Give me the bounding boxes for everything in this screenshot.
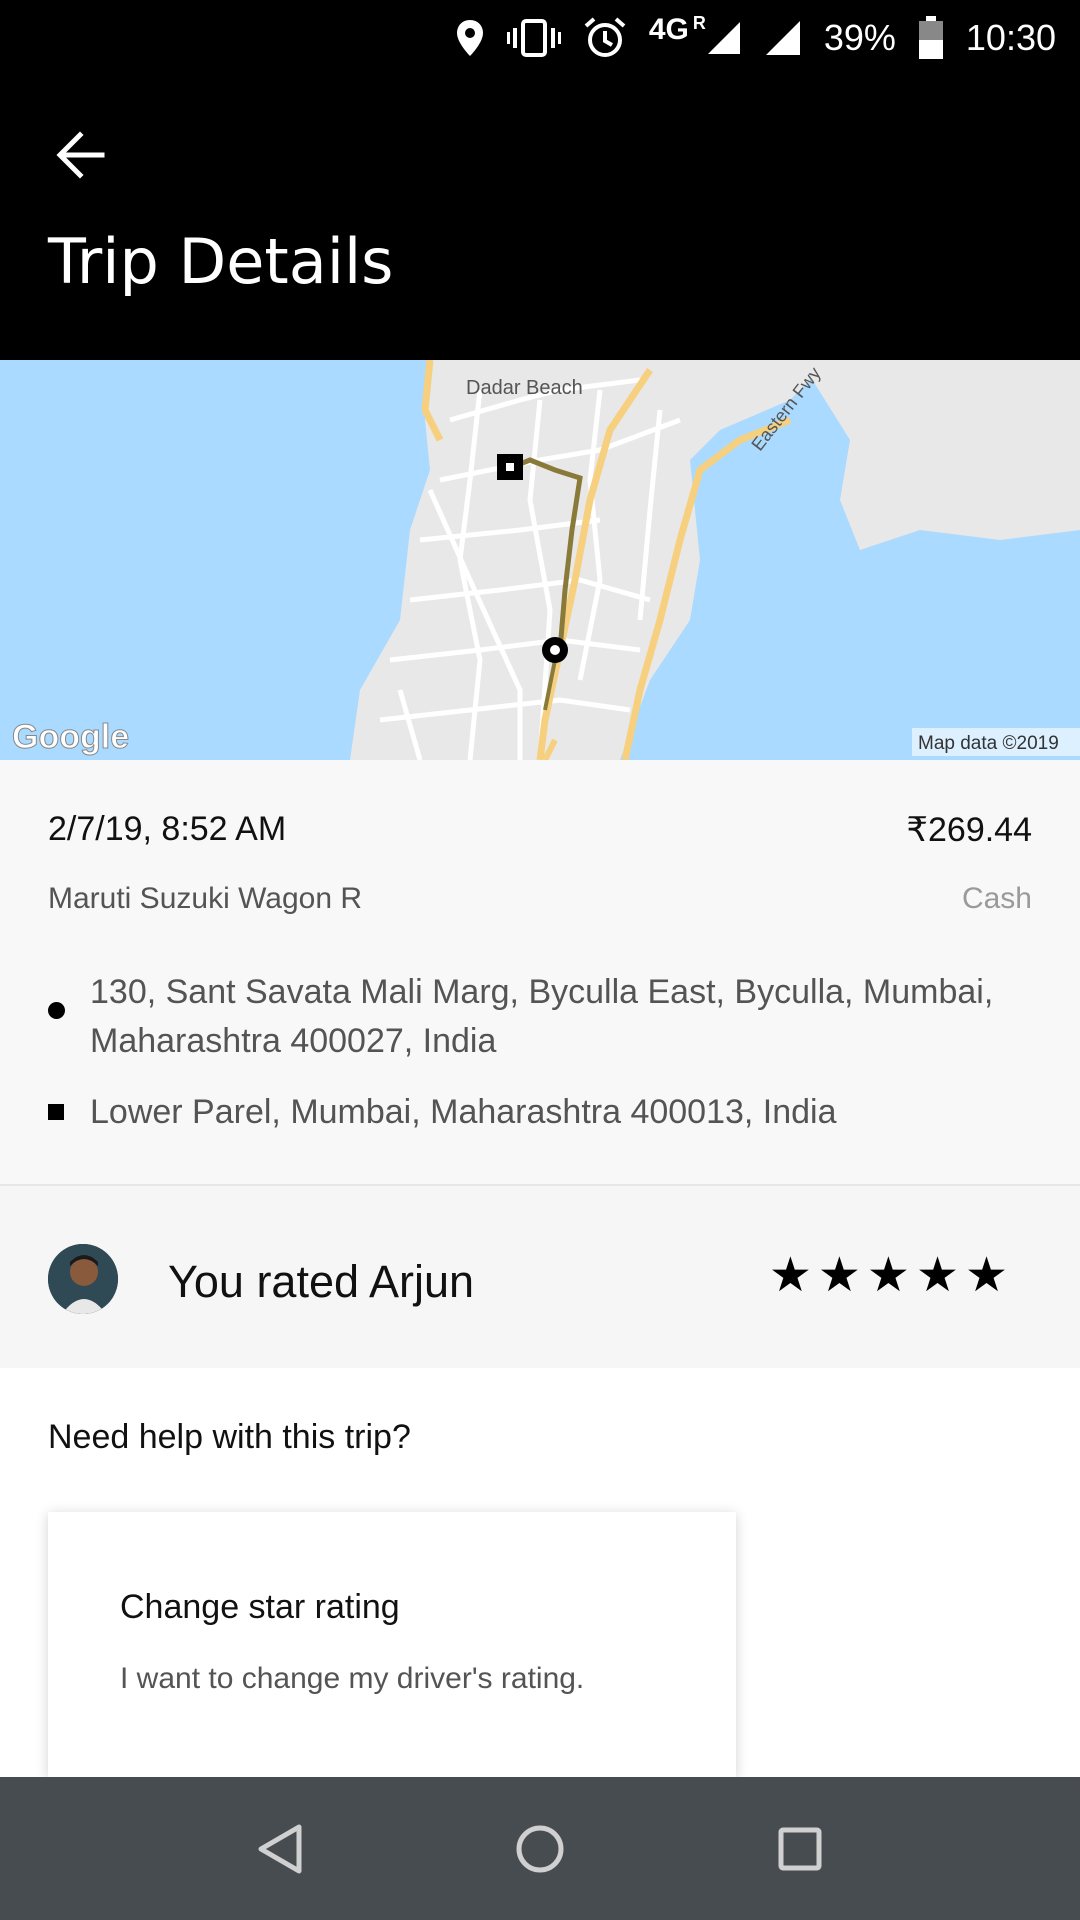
help-card-title: Change star rating: [120, 1588, 400, 1626]
signal-icon: [706, 20, 742, 56]
driver-avatar: [48, 1244, 118, 1314]
rating-label: You rated Arjun: [168, 1256, 475, 1307]
nav-back-button[interactable]: [210, 1799, 350, 1899]
back-button[interactable]: [52, 125, 122, 185]
page-title: Trip Details: [48, 225, 394, 298]
map-attribution: Map data ©2019: [918, 733, 1059, 754]
dropoff-address-row: Lower Parel, Mumbai, Maharashtra 400013,…: [48, 1088, 1008, 1137]
dropoff-address: Lower Parel, Mumbai, Maharashtra 400013,…: [90, 1093, 837, 1131]
star-icon[interactable]: ★: [818, 1252, 861, 1300]
star-rating[interactable]: ★ ★ ★ ★ ★: [763, 1252, 1008, 1300]
driver-rating-section[interactable]: You rated Arjun ★ ★ ★ ★ ★: [0, 1186, 1080, 1368]
battery-icon: [918, 15, 944, 60]
star-icon[interactable]: ★: [916, 1252, 959, 1300]
dropoff-square-icon: [48, 1104, 64, 1120]
square-recents-icon: [778, 1827, 822, 1870]
trip-fare: ₹269.44: [906, 811, 1032, 849]
vibrate-icon: [506, 18, 561, 58]
arrow-left-icon: [56, 131, 105, 179]
network-type: 4G R: [648, 12, 706, 46]
signal-icon: [764, 19, 802, 57]
nav-home-button[interactable]: [470, 1799, 610, 1899]
pickup-dot-icon: [48, 1002, 65, 1019]
circle-home-icon: [516, 1825, 564, 1872]
clock: 10:30: [965, 16, 1056, 58]
help-section-title: Need help with this trip?: [48, 1418, 411, 1456]
help-card-description: I want to change my driver's rating.: [120, 1662, 585, 1695]
star-icon[interactable]: ★: [769, 1252, 812, 1300]
alarm-icon: [583, 16, 627, 60]
google-logo: Google: [12, 718, 129, 756]
trip-vehicle: Maruti Suzuki Wagon R: [48, 882, 363, 915]
nav-recents-button[interactable]: [730, 1799, 870, 1899]
pickup-address: 130, Sant Savata Mali Marg, Byculla East…: [90, 973, 994, 1060]
app-bar: Trip Details: [0, 75, 1080, 360]
trip-map[interactable]: Dadar Beach Eastern Fwy Google Map data …: [0, 360, 1080, 760]
map-place-label: Dadar Beach: [466, 377, 583, 399]
system-nav-bar: [0, 1777, 1080, 1920]
trip-datetime: 2/7/19, 8:52 AM: [48, 810, 287, 848]
star-icon[interactable]: ★: [867, 1252, 910, 1300]
battery-percent: 39%: [823, 16, 896, 58]
status-bar: 4G R 39% 10:30: [0, 0, 1080, 75]
location-icon: [455, 18, 485, 58]
trip-summary: 2/7/19, 8:52 AM ₹269.44 Maruti Suzuki Wa…: [0, 760, 1080, 1186]
change-rating-card[interactable]: Change star rating I want to change my d…: [48, 1512, 736, 1777]
trip-payment-method: Cash: [961, 882, 1032, 915]
pickup-address-row: 130, Sant Savata Mali Marg, Byculla East…: [48, 968, 1008, 1066]
triangle-back-icon: [258, 1824, 302, 1873]
star-icon[interactable]: ★: [965, 1252, 1008, 1300]
